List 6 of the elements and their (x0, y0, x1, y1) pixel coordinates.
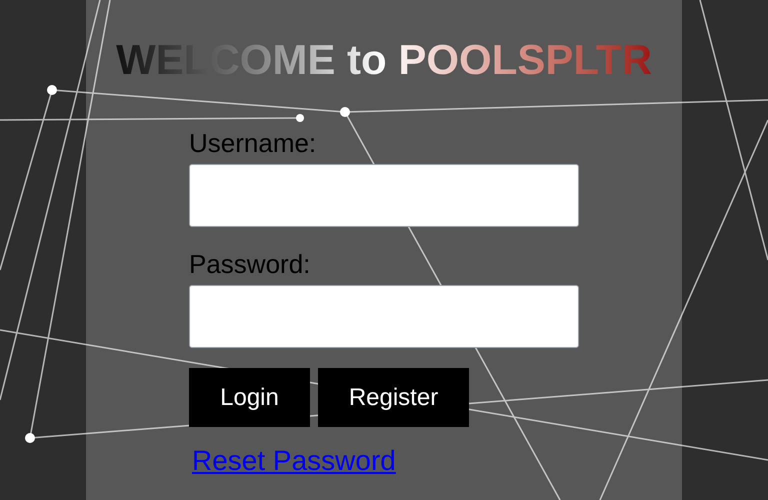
field-label: Username: (189, 128, 318, 158)
register-button[interactable]: Register (318, 368, 469, 427)
field-label: Password: (189, 249, 312, 279)
login-button[interactable]: Login (189, 368, 310, 427)
username-field[interactable] (189, 164, 579, 227)
password-field[interactable] (189, 285, 579, 348)
